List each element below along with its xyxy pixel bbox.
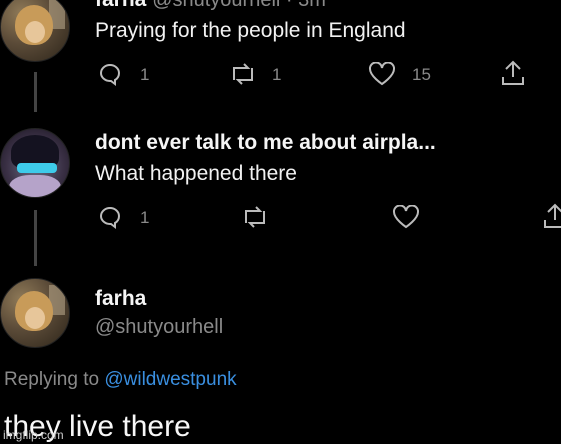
replying-to-label: Replying to [4,369,100,390]
main-tweet-name[interactable]: farha [95,287,146,311]
avatar-farha-top[interactable] [0,0,70,62]
main-tweet-handle[interactable]: @shutyourhell [95,316,223,339]
thread-line [34,210,37,266]
replying-to-handle-link[interactable]: @wildwestpunk [104,369,236,390]
tweet-text: What happened there [95,162,297,185]
watermark: imgflip.com [3,428,64,442]
tweet-text: Praying for the people in England [95,19,406,42]
like-icon[interactable] [368,62,396,86]
tweet-author-name[interactable]: dont ever talk to me about airpla... [95,131,436,155]
avatar-farha-main[interactable] [0,278,70,348]
share-icon[interactable] [500,59,526,87]
retweet-icon[interactable] [228,62,258,86]
like-icon[interactable] [392,205,420,229]
like-count: 15 [412,65,431,84]
retweet-count: 1 [272,65,282,84]
tweet-author-name[interactable]: farha @shutyourhell · 3m [95,0,326,12]
reply-count: 1 [140,208,150,227]
replying-to: Replying to @wildwestpunk [4,369,237,391]
retweet-icon[interactable] [240,205,270,229]
thread-line [34,72,37,112]
reply-icon[interactable] [98,62,122,86]
reply-icon[interactable] [98,205,122,229]
share-icon[interactable] [542,202,561,230]
tweet-handle-time: @shutyourhell · 3m [152,0,326,11]
avatar-user2[interactable] [0,128,70,198]
reply-count: 1 [140,65,150,84]
